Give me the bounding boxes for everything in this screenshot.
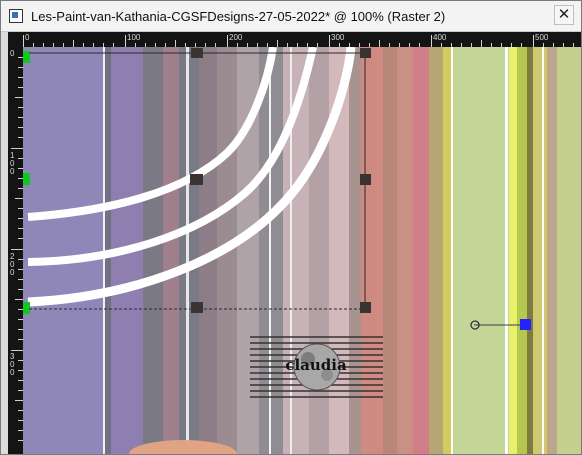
- ruler-label: 100: [10, 151, 15, 176]
- selection-handle: [191, 48, 203, 58]
- watermark-text: claudia: [285, 356, 347, 374]
- image-window: Les-Paint-van-Kathania-CGSFDesigns-27-05…: [0, 0, 582, 455]
- peach-shape: [129, 440, 237, 454]
- app-window-icon: [9, 9, 23, 23]
- green-marker: [23, 302, 30, 314]
- horizontal-ruler-ticks: [33, 40, 574, 47]
- ruler-label: 200: [10, 252, 15, 277]
- window-title: Les-Paint-van-Kathania-CGSFDesigns-27-05…: [31, 9, 446, 24]
- selection-handle: [190, 174, 203, 185]
- green-marker: [23, 51, 30, 63]
- selection-handle: [360, 174, 371, 185]
- white-arc-outer: [27, 47, 317, 266]
- ruler-corner: [8, 32, 23, 47]
- horizontal-ruler[interactable]: 0 100 200 300 400 500: [23, 32, 581, 47]
- window-titlebar[interactable]: Les-Paint-van-Kathania-CGSFDesigns-27-05…: [1, 1, 581, 32]
- vertical-ruler[interactable]: 0 100 200 300: [8, 47, 23, 454]
- close-icon[interactable]: ✕: [554, 5, 574, 25]
- selection-handle: [360, 48, 371, 58]
- vertical-ruler-ticks: [11, 57, 23, 441]
- ruler-label: 0: [10, 49, 15, 58]
- white-arc-large: [27, 47, 277, 221]
- canvas-drawing: [23, 47, 531, 454]
- selection-handle: [191, 302, 203, 313]
- image-canvas[interactable]: claudia: [23, 47, 581, 454]
- green-marker: [23, 173, 30, 185]
- ruler-label: 300: [10, 352, 15, 377]
- blue-handle: [520, 319, 531, 330]
- selection-handle: [360, 302, 371, 313]
